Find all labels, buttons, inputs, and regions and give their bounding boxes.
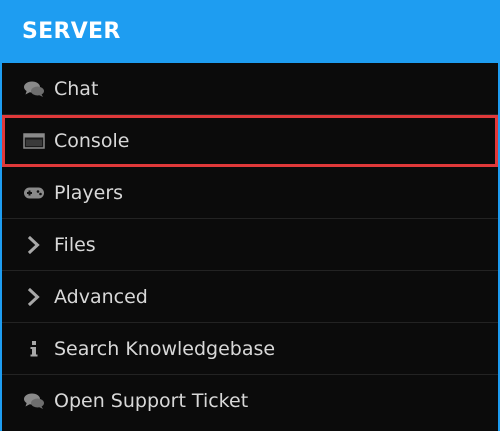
menu-item-advanced[interactable]: Advanced [2,271,498,323]
menu-item-label: Advanced [54,285,148,308]
menu-list: Chat Console Players Files Advanced Sear… [0,63,500,431]
menu-item-label: Search Knowledgebase [54,337,276,360]
menu-item-players[interactable]: Players [2,167,498,219]
menu-item-chat[interactable]: Chat [2,63,498,115]
chevron-right-icon [22,235,46,255]
gamepad-icon [22,183,46,203]
chat-icon [22,391,46,411]
chat-icon [22,79,46,99]
menu-header: SERVER [0,0,500,63]
console-icon [22,131,46,151]
menu-item-console[interactable]: Console [2,115,498,167]
menu-item-search-knowledgebase[interactable]: Search Knowledgebase [2,323,498,375]
info-icon [22,339,46,359]
menu-item-label: Players [54,181,124,204]
server-menu-panel: SERVER Chat Console Players Files Advanc… [0,0,500,431]
chevron-right-icon [22,287,46,307]
menu-item-open-support-ticket[interactable]: Open Support Ticket [2,375,498,427]
menu-item-files[interactable]: Files [2,219,498,271]
menu-title: SERVER [22,19,121,44]
menu-item-label: Open Support Ticket [54,390,249,412]
menu-item-label: Console [54,129,130,152]
menu-item-label: Files [54,233,96,256]
menu-item-label: Chat [54,77,99,100]
